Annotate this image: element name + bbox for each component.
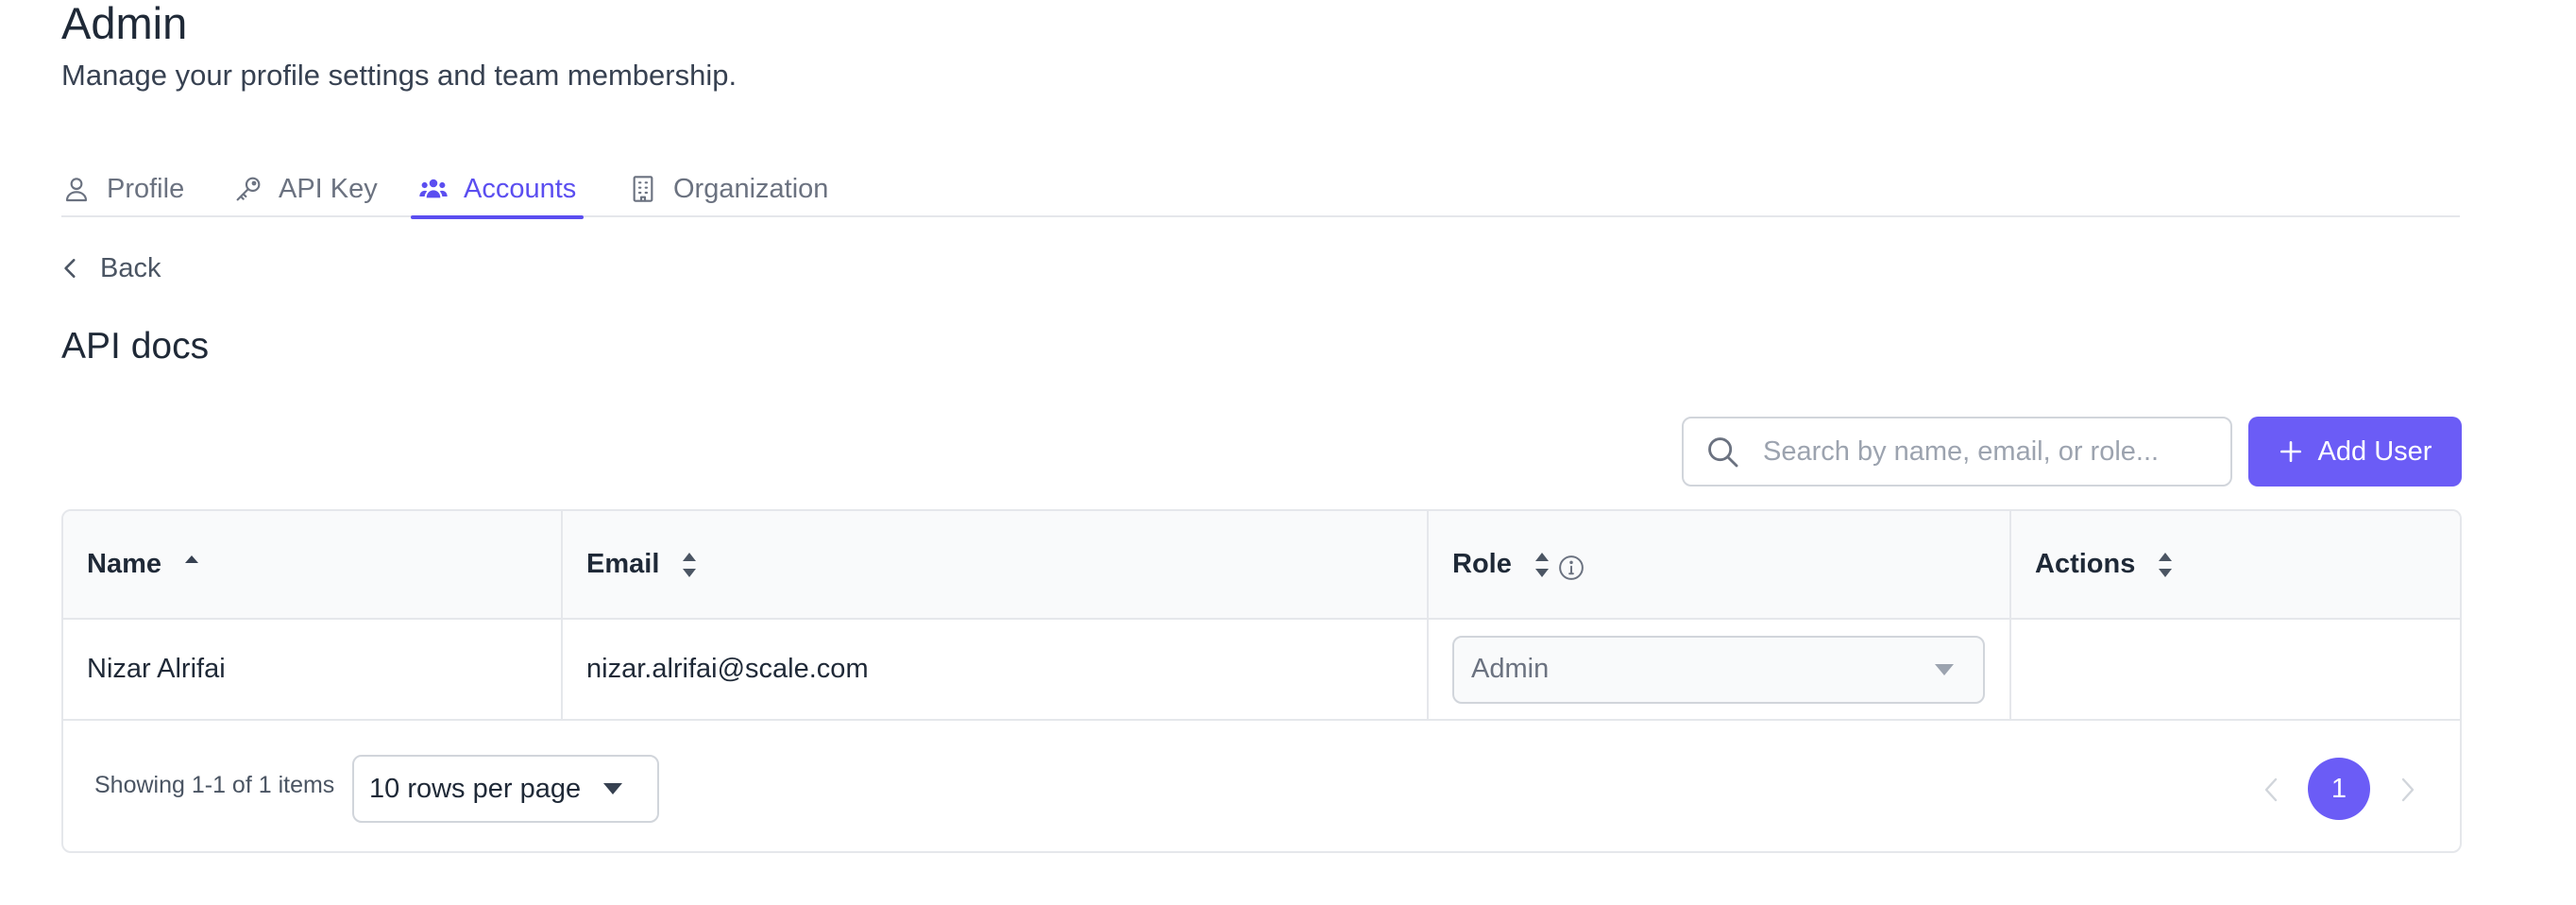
caret-down-icon [603, 783, 622, 794]
showing-count: Showing 1-1 of 1 items [94, 772, 335, 798]
column-label: Actions [2035, 549, 2136, 579]
sort-icon[interactable] [2156, 550, 2175, 580]
info-icon[interactable] [1557, 554, 1585, 582]
cell-actions [2009, 620, 2460, 719]
table-row: Nizar Alrifai nizar.alrifai@scale.com Ad… [63, 620, 2460, 721]
rows-per-page-select[interactable]: 10 rows per page [352, 755, 659, 823]
tab-accounts[interactable]: Accounts [410, 161, 585, 219]
search-icon [1708, 437, 1738, 468]
tab-bar: Profile API Key Accounts Organization [61, 151, 2460, 219]
tab-label: Profile [107, 173, 185, 204]
page-button-current[interactable]: 1 [2308, 758, 2370, 820]
caret-down-icon [1935, 663, 1954, 675]
cell-role: Admin [1427, 620, 2009, 719]
key-icon [236, 177, 261, 201]
tab-profile[interactable]: Profile [61, 161, 184, 217]
tab-label: API Key [279, 173, 378, 204]
add-user-button[interactable]: Add User [2248, 417, 2462, 487]
tab-organization[interactable]: Organization [628, 161, 828, 217]
sort-icon[interactable] [680, 550, 699, 580]
role-select[interactable]: Admin [1452, 635, 1985, 704]
column-header-email[interactable]: Email [561, 511, 1427, 618]
section-title: API docs [61, 326, 210, 367]
cell-name: Nizar Alrifai [63, 620, 561, 719]
cell-email: nizar.alrifai@scale.com [561, 620, 1427, 719]
plus-icon [2279, 440, 2301, 463]
sort-icon[interactable] [1533, 550, 1551, 580]
users-table: Name Email Role Actions Nizar Alrifai ni… [61, 509, 2462, 853]
role-value: Admin [1471, 654, 1550, 684]
user-email: nizar.alrifai@scale.com [586, 654, 869, 684]
column-header-role[interactable]: Role [1427, 511, 2009, 618]
sort-ascending-icon[interactable] [182, 550, 201, 580]
user-icon [65, 178, 88, 202]
back-label: Back [100, 252, 161, 283]
page-title: Admin [61, 0, 188, 48]
table-footer: Showing 1-1 of 1 items 10 rows per page … [63, 721, 2460, 851]
table-header: Name Email Role Actions [63, 511, 2460, 620]
column-label: Role [1452, 549, 1512, 579]
column-label: Email [586, 549, 660, 579]
chevron-left-icon[interactable] [2259, 776, 2283, 804]
rows-per-page-value: 10 rows per page [369, 773, 582, 804]
chevron-left-icon [64, 259, 76, 278]
search-input[interactable] [1763, 435, 2207, 468]
back-link[interactable]: Back [59, 249, 161, 287]
add-user-label: Add User [2317, 435, 2432, 467]
column-header-name[interactable]: Name [63, 511, 561, 618]
user-name: Nizar Alrifai [87, 654, 226, 684]
chevron-right-icon[interactable] [2396, 776, 2420, 804]
column-label: Name [87, 549, 161, 579]
users-icon [419, 179, 448, 198]
search-box[interactable] [1682, 417, 2232, 487]
page-subtitle: Manage your profile settings and team me… [61, 59, 737, 92]
tab-label: Organization [673, 173, 829, 204]
tab-api-key[interactable]: API Key [233, 161, 378, 217]
tab-label: Accounts [464, 173, 577, 204]
building-icon [633, 176, 653, 202]
column-header-actions[interactable]: Actions [2009, 511, 2460, 618]
